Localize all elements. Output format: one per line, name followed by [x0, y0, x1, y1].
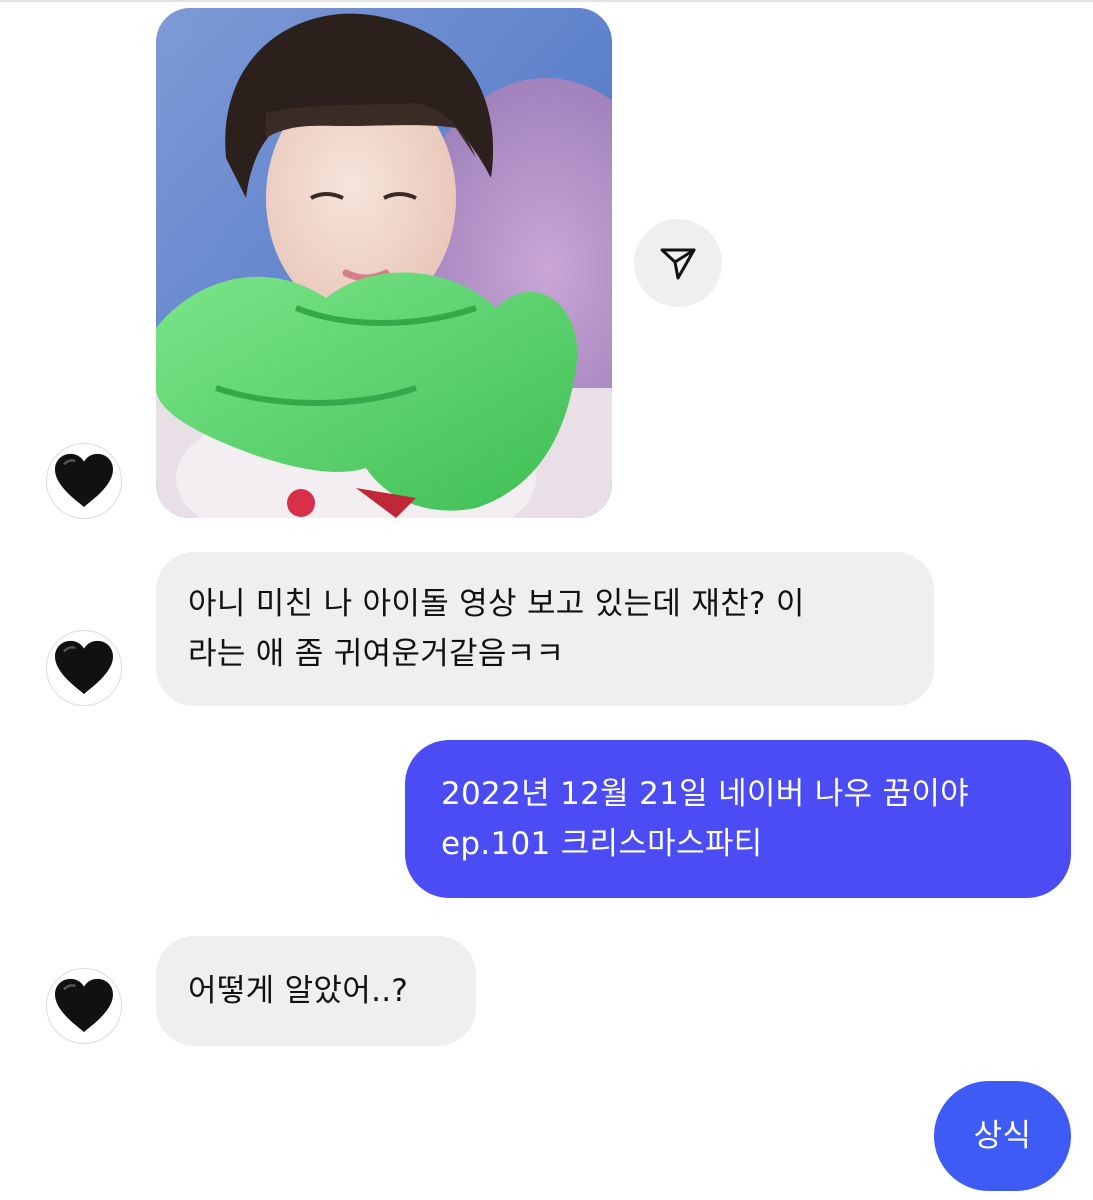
- outgoing-message-bubble[interactable]: 2022년 12월 21일 네이버 나우 꿈이야 ep.101 크리스마스파티: [405, 740, 1071, 898]
- black-heart-icon: [55, 453, 113, 508]
- image-message[interactable]: [156, 8, 612, 518]
- message-text: 상식: [973, 1118, 1032, 1154]
- message-line: 아니 미친 나 아이돌 영상 보고 있는데 재찬? 이: [188, 586, 805, 622]
- sender-avatar[interactable]: [46, 968, 122, 1044]
- message-text: 2022년 12월 21일 네이버 나우 꿈이야 ep.101 크리스마스파티: [441, 769, 969, 869]
- message-line: ep.101 크리스마스파티: [441, 826, 763, 862]
- paper-plane-icon: [660, 248, 696, 280]
- sender-avatar[interactable]: [46, 630, 122, 706]
- message-line: 2022년 12월 21일 네이버 나우 꿈이야: [441, 776, 969, 812]
- message-text: 아니 미친 나 아이돌 영상 보고 있는데 재찬? 이 라는 애 좀 귀여운거같…: [188, 579, 805, 679]
- incoming-message-bubble[interactable]: 아니 미친 나 아이돌 영상 보고 있는데 재찬? 이 라는 애 좀 귀여운거같…: [156, 552, 934, 706]
- message-line: 라는 애 좀 귀여운거같음ㅋㅋ: [188, 636, 565, 672]
- black-heart-icon: [55, 640, 113, 695]
- black-heart-icon: [55, 978, 113, 1033]
- sender-avatar[interactable]: [46, 443, 122, 519]
- header-divider: [0, 0, 1093, 2]
- incoming-message-bubble[interactable]: 어떻게 알았어..?: [156, 936, 476, 1046]
- share-button[interactable]: [634, 219, 722, 307]
- photo-attachment: [156, 8, 612, 518]
- message-text: 어떻게 알았어..?: [188, 973, 409, 1009]
- outgoing-message-bubble[interactable]: 상식: [934, 1081, 1071, 1191]
